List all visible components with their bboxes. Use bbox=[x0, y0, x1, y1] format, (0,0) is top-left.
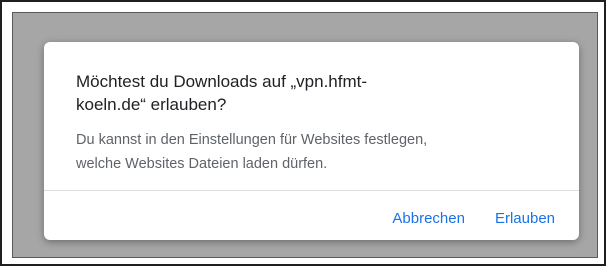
dialog-title: Möchtest du Downloads auf „vpn.hfmt- koe… bbox=[76, 70, 496, 116]
dialog-message-line-1: Du kannst in den Einstellungen für Websi… bbox=[76, 132, 428, 148]
cancel-button[interactable]: Abbrechen bbox=[392, 210, 465, 227]
dialog-title-line-2: koeln.de“ erlauben? bbox=[76, 95, 227, 114]
dialog-message-line-2: welche Websites Dateien laden dürfen. bbox=[76, 156, 328, 172]
screenshot-frame: Möchtest du Downloads auf „vpn.hfmt- koe… bbox=[0, 0, 606, 266]
dialog-message: Du kannst in den Einstellungen für Websi… bbox=[76, 128, 546, 176]
dialog-actions: Abbrechen Erlauben bbox=[392, 206, 555, 230]
download-permission-dialog: Möchtest du Downloads auf „vpn.hfmt- koe… bbox=[44, 42, 579, 240]
allow-button[interactable]: Erlauben bbox=[495, 210, 555, 227]
dialog-title-line-1: Möchtest du Downloads auf „vpn.hfmt- bbox=[76, 72, 368, 91]
dialog-divider bbox=[44, 190, 579, 191]
